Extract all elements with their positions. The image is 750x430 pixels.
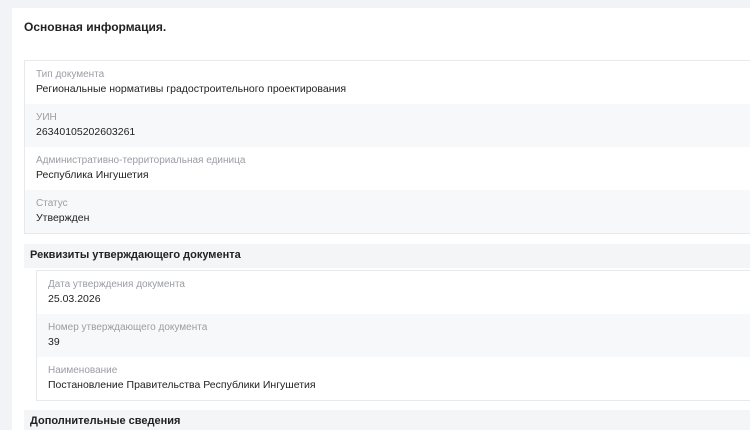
field-label: Административно-территориальная единица — [36, 155, 246, 166]
field-label: Статус — [36, 198, 68, 209]
field-label: УИН — [36, 112, 57, 123]
field-label: Наименование — [48, 365, 118, 376]
extra-section-header: Дополнительные сведения — [24, 410, 750, 430]
field-label: Тип документа — [36, 69, 105, 80]
field-uin: УИН 26340105202603261 — [25, 104, 750, 147]
card-title: Основная информация. — [24, 20, 167, 34]
field-label: Дата утверждения документа — [48, 279, 185, 290]
approval-section: Дата утверждения документа 25.03.2026 Но… — [36, 270, 750, 401]
field-value: 26340105202603261 — [36, 126, 136, 138]
page: Основная информация. Тип документа Регио… — [0, 0, 750, 430]
field-value: Утвержден — [36, 212, 90, 224]
field-admin-unit: Административно-территориальная единица … — [25, 147, 750, 190]
field-value: Региональные нормативы градостроительног… — [36, 83, 347, 95]
section-title: Реквизиты утверждающего документа — [30, 249, 241, 261]
field-document-type: Тип документа Региональные нормативы гра… — [25, 61, 750, 104]
field-status: Статус Утвержден — [25, 190, 750, 233]
document-card: Основная информация. Тип документа Регио… — [12, 8, 750, 430]
field-approval-number: Номер утверждающего документа 39 — [37, 314, 750, 357]
field-value: Постановление Правительства Республики И… — [48, 379, 316, 391]
field-approval-name: Наименование Постановление Правительства… — [37, 357, 750, 400]
field-value: 39 — [48, 336, 60, 348]
section-title: Дополнительные сведения — [30, 415, 181, 427]
approval-section-header: Реквизиты утверждающего документа — [24, 244, 750, 268]
main-info-section: Тип документа Региональные нормативы гра… — [24, 60, 750, 234]
field-value: Республика Ингушетия — [36, 169, 149, 181]
field-approval-date: Дата утверждения документа 25.03.2026 — [37, 271, 750, 314]
field-label: Номер утверждающего документа — [48, 322, 208, 333]
field-value: 25.03.2026 — [48, 293, 101, 305]
